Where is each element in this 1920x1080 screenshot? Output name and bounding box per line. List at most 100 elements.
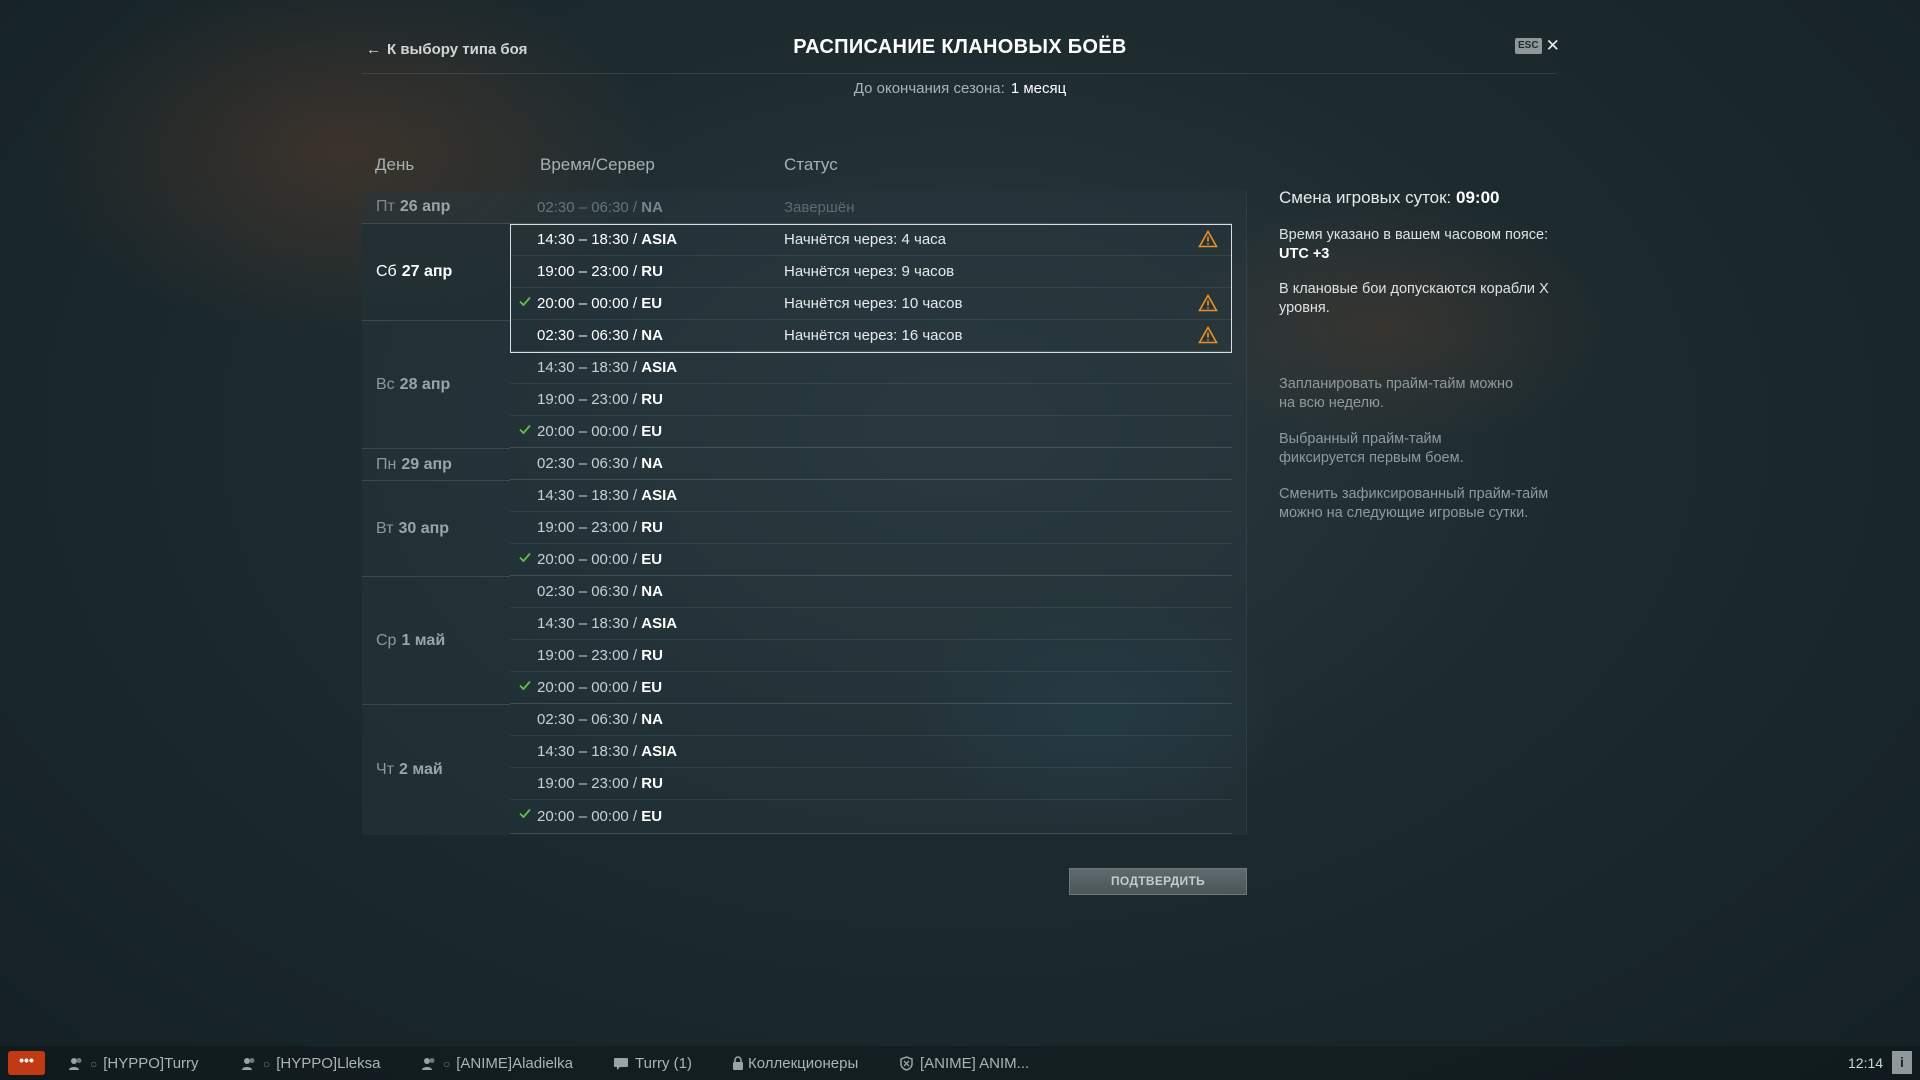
clock: 12:14: [1848, 1055, 1884, 1071]
slot-time: 02:30 – 06:30 /: [537, 327, 638, 344]
slot-server: RU: [641, 647, 663, 664]
status-dot-icon: ○: [263, 1056, 271, 1071]
slot-time: 14:30 – 18:30 /: [537, 615, 638, 632]
day-cell-wed: Ср 1 май: [362, 577, 510, 705]
contact-turry[interactable]: ○ [HYPPO]Turry: [68, 1055, 199, 1072]
chat-turry[interactable]: Turry (1): [613, 1055, 692, 1072]
checkmark-icon: [519, 424, 531, 435]
message-icon: [614, 1058, 628, 1070]
slot-server: RU: [641, 775, 663, 792]
slot-time-server: 02:30 – 06:30 / NA: [537, 711, 663, 728]
ships-info: В клановые бои допускаются корабли X уро…: [1279, 281, 1549, 316]
slot-time-server: 19:00 – 23:00 / RU: [537, 391, 663, 408]
note-change-next-day: Сменить зафиксированный прайм-тайм можно…: [1279, 486, 1549, 521]
slot-time-server: 19:00 – 23:00 / RU: [537, 263, 663, 280]
slot-time: 20:00 – 00:00 /: [537, 808, 638, 825]
slot-server: EU: [641, 551, 663, 568]
chat-menu-button[interactable]: •••: [8, 1051, 45, 1075]
season-remaining: До окончания сезона: 1 месяц: [853, 80, 1067, 97]
slot-time: 02:30 – 06:30 /: [537, 583, 638, 600]
slot-time-server: 20:00 – 00:00 / EU: [537, 551, 662, 568]
schedule-slot-row[interactable]: 02:30 – 06:30 / NA: [510, 576, 1232, 608]
slot-time-server: 14:30 – 18:30 / ASIA: [537, 743, 677, 760]
confirm-button[interactable]: ПОДТВЕРДИТЬ: [1069, 868, 1247, 895]
note-plan-week: Запланировать прайм-тайм можно на всю не…: [1279, 376, 1514, 411]
schedule-slot-row[interactable]: 14:30 – 18:30 / ASIA: [510, 480, 1232, 512]
lock-icon: [733, 1056, 743, 1070]
day-cell-sat: Сб 27 апр: [362, 224, 510, 321]
slot-time: 20:00 – 00:00 /: [537, 423, 638, 440]
status-dot-icon: ○: [90, 1056, 98, 1071]
column-header-status: Статус: [784, 155, 838, 174]
schedule-slot-row[interactable]: 20:00 – 00:00 / EU Начнётся через: 10 час…: [510, 288, 1232, 320]
division-user-icon: [242, 1057, 255, 1070]
clan-icon: [900, 1056, 913, 1071]
checkmark-icon: [519, 296, 531, 307]
warning-icon[interactable]: [1198, 230, 1218, 248]
slot-status: Завершён: [784, 198, 855, 216]
schedule-slot-row[interactable]: 14:30 – 18:30 / ASIA Начнётся через: 4 ча…: [510, 224, 1232, 256]
schedule-slot-row[interactable]: 14:30 – 18:30 / ASIA: [510, 736, 1232, 768]
checkmark-icon: [519, 552, 531, 563]
contact-lleksa[interactable]: ○ [HYPPO]Lleksa: [241, 1055, 380, 1072]
schedule-slot-row[interactable]: 14:30 – 18:30 / ASIA: [510, 352, 1232, 384]
schedule-slot-row[interactable]: 19:00 – 23:00 / RU: [510, 512, 1232, 544]
slot-time: 20:00 – 00:00 /: [537, 679, 638, 696]
schedule-slot-row[interactable]: 19:00 – 23:00 / RU: [510, 640, 1232, 672]
schedule-slot-row[interactable]: 20:00 – 00:00 / EU: [510, 800, 1232, 834]
close-icon: ✕: [1545, 36, 1560, 55]
slot-server: NA: [641, 583, 663, 600]
slot-time-server: 02:30 – 06:30 / NA: [537, 583, 663, 600]
schedule-slot-row[interactable]: 02:30 – 06:30 / NA: [510, 704, 1232, 736]
slot-time-server: 19:00 – 23:00 / RU: [537, 647, 663, 664]
slot-server: ASIA: [641, 359, 678, 376]
warning-icon[interactable]: [1198, 326, 1218, 344]
day-cell-fri: Пт 26 апр: [362, 191, 510, 224]
slot-server: EU: [641, 423, 663, 440]
day-cell-sun: Вс 28 апр: [362, 321, 510, 449]
slot-time: 14:30 – 18:30 /: [537, 743, 638, 760]
slot-time: 19:00 – 23:00 /: [537, 647, 638, 664]
slot-time-server: 14:30 – 18:30 / ASIA: [537, 615, 677, 632]
slot-server: ASIA: [641, 487, 678, 504]
schedule-slot-row[interactable]: 14:30 – 18:30 / ASIA: [510, 608, 1232, 640]
slot-time-server: 20:00 – 00:00 / EU: [537, 808, 662, 825]
slot-time-server: 20:00 – 00:00 / EU: [537, 679, 662, 696]
info-button[interactable]: i: [1892, 1051, 1912, 1074]
esc-key-badge: ESC: [1515, 38, 1542, 54]
column-header-time-server: Время/Сервер: [540, 155, 655, 174]
slot-server: ASIA: [641, 231, 678, 248]
schedule-slot-row[interactable]: 19:00 – 23:00 / RU: [510, 384, 1232, 416]
slot-time: 02:30 – 06:30 /: [537, 711, 638, 728]
timezone-info: Время указано в вашем часовом поясе: UTC…: [1279, 227, 1549, 262]
slot-time-server: 14:30 – 18:30 / ASIA: [537, 231, 677, 248]
schedule-slot-row[interactable]: 20:00 – 00:00 / EU: [510, 416, 1232, 448]
slot-server: EU: [641, 295, 663, 312]
schedule-slot-row[interactable]: 02:30 – 06:30 / NA Начнётся через: 16 час…: [510, 320, 1232, 352]
schedule-slot-row[interactable]: 20:00 – 00:00 / EU: [510, 544, 1232, 576]
slot-time-server: 19:00 – 23:00 / RU: [537, 775, 663, 792]
header-divider: [362, 73, 1556, 74]
slot-server: EU: [641, 679, 663, 696]
slot-server: NA: [641, 455, 663, 472]
slot-time-server: 02:30 – 06:30 / NA: [537, 199, 663, 216]
slot-server: NA: [641, 198, 663, 216]
slot-time-server: 14:30 – 18:30 / ASIA: [537, 487, 677, 504]
slot-server: ASIA: [641, 615, 678, 632]
schedule-slot-row[interactable]: 20:00 – 00:00 / EU: [510, 672, 1232, 704]
slot-time-server: 19:00 – 23:00 / RU: [537, 519, 663, 536]
schedule-slot-row[interactable]: 02:30 – 06:30 / NA: [510, 448, 1232, 480]
schedule-slot-row[interactable]: 19:00 – 23:00 / RU Начнётся через: 9 часо…: [510, 256, 1232, 288]
slot-status: Начнётся через: 4 часа: [784, 231, 947, 248]
column-header-day: День: [375, 155, 415, 174]
clan-chat-anime[interactable]: [ANIME] ANIM...: [899, 1055, 1029, 1072]
close-button[interactable]: ESC ✕: [1515, 36, 1560, 55]
slot-status: Начнётся через: 10 часов: [784, 295, 963, 312]
schedule-slot-row[interactable]: 19:00 – 23:00 / RU: [510, 768, 1232, 800]
contact-aladielka[interactable]: ○ [ANIME]Aladielka: [421, 1055, 573, 1072]
channel-collectors[interactable]: Коллекционеры: [732, 1055, 858, 1072]
slot-time-server: 20:00 – 00:00 / EU: [537, 423, 662, 440]
slot-time-server: 02:30 – 06:30 / NA: [537, 455, 663, 472]
warning-icon[interactable]: [1198, 294, 1218, 312]
day-cell-mon: Пн 29 апр: [362, 449, 510, 481]
